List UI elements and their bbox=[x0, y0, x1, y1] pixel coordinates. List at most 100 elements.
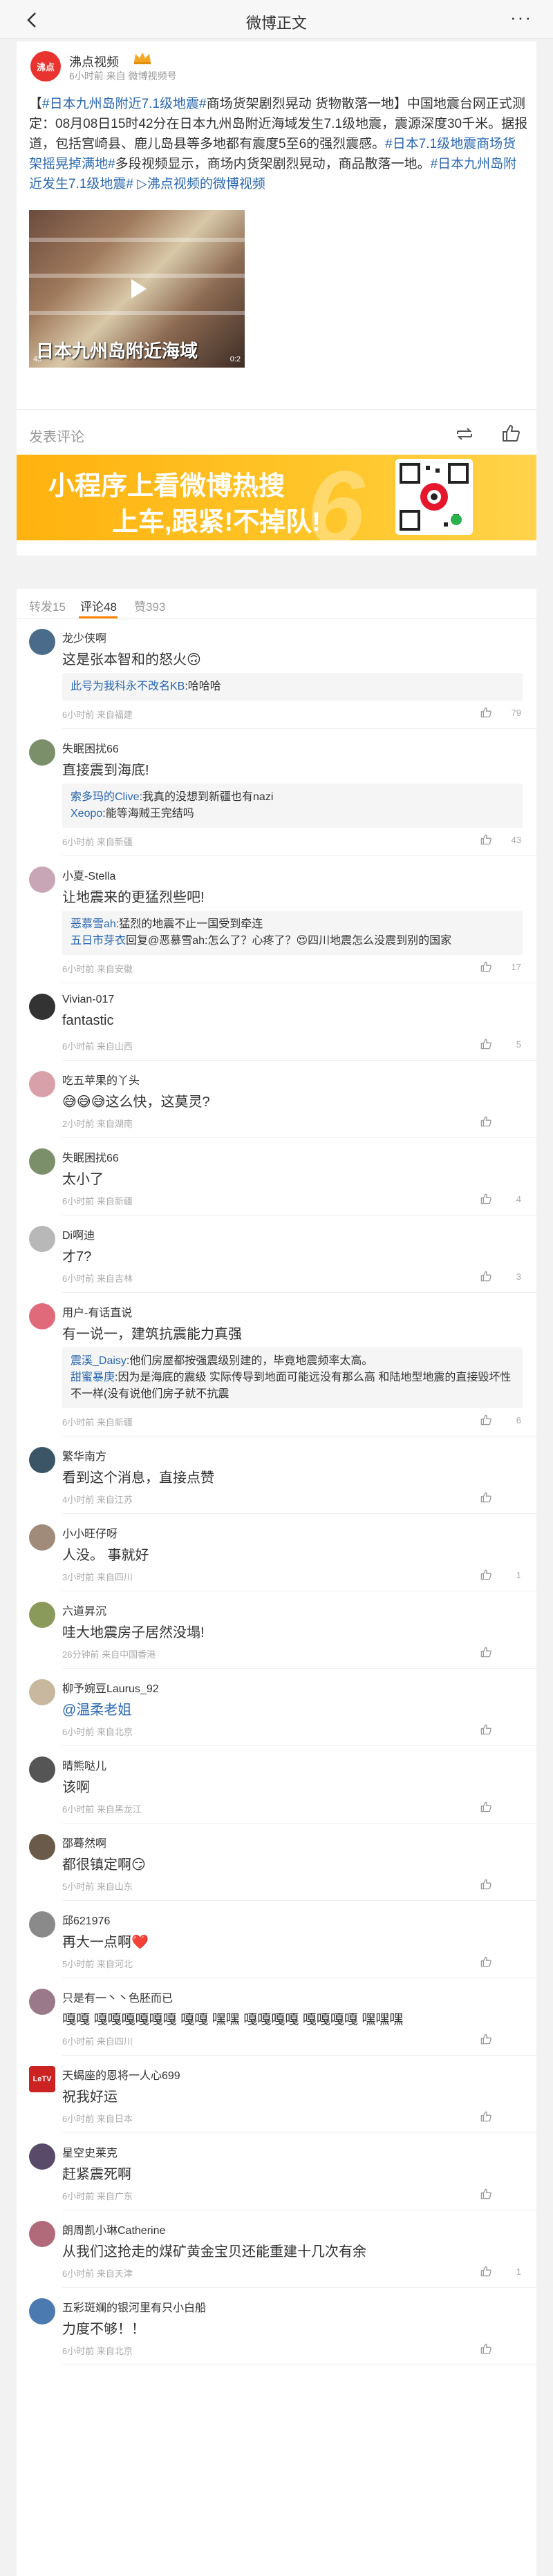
commenter-name[interactable]: 失眠困扰66 bbox=[62, 1148, 119, 1165]
reply-thread[interactable]: 此号为我科永不改名KB:哈哈哈 bbox=[62, 673, 523, 701]
commenter-name[interactable]: 用户-有话直说 bbox=[62, 1303, 132, 1320]
commenter-avatar[interactable] bbox=[29, 1911, 55, 1938]
comment-like-button[interactable] bbox=[480, 1801, 521, 1815]
commenter-avatar[interactable] bbox=[29, 2298, 55, 2324]
like-thumb-icon[interactable] bbox=[500, 423, 521, 444]
reply-author[interactable]: 甜蜜暴庚 bbox=[71, 1372, 115, 1383]
commenter-name[interactable]: Di啊迪 bbox=[62, 1226, 95, 1242]
repost-icon[interactable] bbox=[453, 424, 476, 444]
commenter-name[interactable]: Vivian-017 bbox=[62, 994, 114, 1006]
write-comment-button[interactable]: 发表评论 bbox=[29, 426, 84, 446]
comment-like-button[interactable] bbox=[480, 2342, 521, 2356]
commenter-name[interactable]: 小夏-Stella bbox=[62, 866, 115, 883]
comment-like-button[interactable]: 4 bbox=[480, 1193, 521, 1206]
commenter-avatar[interactable] bbox=[29, 2221, 55, 2247]
commenter-avatar[interactable] bbox=[29, 1071, 55, 1097]
comment-text: 😅😅😅这么快，这莫灵? bbox=[62, 1095, 210, 1110]
commenter-name[interactable]: 吃五苹果的丫头 bbox=[62, 1071, 140, 1088]
commenter-avatar[interactable] bbox=[29, 1602, 55, 1628]
comment-like-button[interactable]: 3 bbox=[480, 1270, 521, 1284]
commenter-name[interactable]: 五彩斑斓的银河里有只小白船 bbox=[62, 2298, 206, 2315]
commenter-avatar[interactable] bbox=[29, 1303, 55, 1329]
comment-item: 六道昇沉 哇大地震房子居然没塌! 26分钟前 来自中国香港 bbox=[17, 1602, 536, 1679]
comment-like-button[interactable]: 43 bbox=[480, 833, 521, 847]
reply-author[interactable]: Xeopo bbox=[71, 808, 102, 820]
comment-like-button[interactable]: 1 bbox=[480, 1569, 521, 1582]
tab-repost[interactable]: 转发15 bbox=[29, 597, 66, 614]
comment-like-button[interactable] bbox=[480, 1723, 521, 1737]
commenter-avatar[interactable] bbox=[29, 994, 55, 1020]
commenter-avatar[interactable] bbox=[29, 1226, 55, 1252]
comment-item: 失眠困扰66 太小了 6小时前 来自新疆 4 bbox=[17, 1148, 536, 1226]
play-icon[interactable] bbox=[123, 275, 151, 303]
reply-author[interactable]: 索多玛的Clive bbox=[71, 791, 140, 803]
reply-author[interactable]: 震溪_Daisy bbox=[71, 1355, 126, 1367]
comment-like-button[interactable] bbox=[480, 1955, 521, 1969]
comment-like-button[interactable]: 79 bbox=[480, 706, 521, 720]
commenter-avatar[interactable] bbox=[29, 1834, 55, 1860]
commenter-name[interactable]: 晴熊哒儿 bbox=[62, 1756, 106, 1773]
comment-divider bbox=[62, 1292, 536, 1293]
commenter-name[interactable]: 失眠困扰66 bbox=[62, 739, 119, 756]
comment-divider bbox=[62, 2287, 536, 2288]
video-thumbnail[interactable]: 日本九州岛附近海域 43 0:2 bbox=[29, 210, 245, 368]
commenter-avatar[interactable] bbox=[29, 2143, 55, 2170]
like-thumb-icon bbox=[480, 1956, 491, 1967]
commenter-avatar[interactable] bbox=[29, 1989, 55, 2015]
tab-comment[interactable]: 评论48 bbox=[80, 597, 117, 614]
comment-like-button[interactable]: 1 bbox=[480, 2265, 521, 2279]
reply-author[interactable]: 恶慕雪ah bbox=[71, 918, 116, 930]
commenter-avatar[interactable] bbox=[29, 739, 55, 766]
tab-like[interactable]: 赞393 bbox=[134, 597, 165, 614]
commenter-name[interactable]: 繁华南方 bbox=[62, 1447, 106, 1464]
comment-like-button[interactable] bbox=[480, 2188, 521, 2201]
comment-like-button[interactable]: 17 bbox=[480, 960, 521, 974]
commenter-avatar[interactable] bbox=[29, 1679, 55, 1705]
reply-author[interactable]: 此号为我科永不改名KB bbox=[71, 681, 185, 692]
commenter-avatar[interactable] bbox=[29, 629, 55, 655]
comment-like-button[interactable] bbox=[480, 1491, 521, 1505]
comment-like-button[interactable] bbox=[480, 2033, 521, 2047]
commenter-name[interactable]: 龙少侠啊 bbox=[62, 629, 106, 645]
comment-like-button[interactable] bbox=[480, 1115, 521, 1129]
hashtag-link[interactable]: #日本九州岛附近7.1级地震# bbox=[42, 97, 207, 111]
commenter-name[interactable]: 只是有一丶丶色胚而已 bbox=[62, 1989, 173, 2005]
commenter-name[interactable]: 朗周凯小琳Catherine bbox=[62, 2221, 165, 2237]
comment-divider bbox=[62, 1823, 536, 1824]
poster-username[interactable]: 沸点视频 bbox=[69, 53, 119, 70]
reply-thread[interactable]: 恶慕雪ah:猛烈的地震不止一国受到牵连 五日市芽衣回复@恶慕雪ah:怎么了？心疼了… bbox=[62, 911, 523, 955]
commenter-avatar[interactable] bbox=[29, 1148, 55, 1175]
commenter-name[interactable]: 星空史莱克 bbox=[62, 2143, 118, 2160]
commenter-avatar[interactable]: LeTV bbox=[29, 2066, 55, 2092]
reply-thread[interactable]: 震溪_Daisy:他们房屋都按强震级别建的，毕竟地震频率太高。 甜蜜暴庚:因为是海… bbox=[62, 1347, 523, 1408]
reply-thread[interactable]: 索多玛的Clive:我真的没想到新疆也有nazi Xeopo:能等海贼王完结吗 bbox=[62, 784, 523, 828]
comment-item: 只是有一丶丶色胚而已 嘎嘎 嘎嘎嘎嘎嘎嘎 嘎嘎 嘿嘿 嘎嘎嘎嘎 嘎嘎嘎嘎 嘿嘿嘿 6… bbox=[17, 1989, 536, 2066]
comment-like-button[interactable] bbox=[480, 1878, 521, 1892]
commenter-avatar[interactable] bbox=[29, 1756, 55, 1783]
comment-divider bbox=[62, 1436, 536, 1437]
comment-like-button[interactable]: 6 bbox=[480, 1414, 521, 1428]
commenter-avatar[interactable] bbox=[29, 1524, 55, 1551]
comment-text: 哇大地震房子居然没塌! bbox=[62, 1625, 205, 1640]
commenter-avatar[interactable] bbox=[29, 1447, 55, 1473]
commenter-name[interactable]: 邱621976 bbox=[62, 1911, 110, 1928]
commenter-name[interactable]: 柳予婉豆Laurus_92 bbox=[62, 1679, 159, 1696]
reply-author[interactable]: 五日市芽衣 bbox=[71, 935, 126, 947]
more-options-icon[interactable]: ··· bbox=[510, 7, 532, 28]
comment-like-button[interactable]: 5 bbox=[480, 1038, 521, 1052]
comment-like-button[interactable] bbox=[480, 1646, 521, 1660]
hashtag-link[interactable]: ▷沸点视频的微博视频 bbox=[137, 177, 265, 191]
reply-line: 索多玛的Clive:我真的没想到新疆也有nazi bbox=[71, 789, 514, 806]
poster-avatar[interactable]: 沸点 bbox=[30, 51, 61, 82]
commenter-name[interactable]: 小小旺仔呀 bbox=[62, 1524, 118, 1541]
commenter-name[interactable]: 六道昇沉 bbox=[62, 1602, 106, 1618]
comment-like-button[interactable] bbox=[480, 2110, 521, 2124]
commenter-name[interactable]: 天蝎座的恩将一人心699 bbox=[62, 2066, 180, 2083]
commenter-avatar[interactable] bbox=[29, 866, 55, 893]
like-thumb-icon bbox=[480, 2266, 491, 2277]
commenter-name[interactable]: 邵蓦然啊 bbox=[62, 1834, 106, 1850]
comment-divider bbox=[62, 1900, 536, 1901]
mini-program-ad-banner[interactable]: 6 小程序上看微博热搜 上车,跟紧!不掉队! bbox=[17, 455, 536, 540]
comment-item: 小小旺仔呀 人没。 事就好 3小时前 来自四川 1 bbox=[17, 1524, 536, 1602]
post-tabs: 转发15 评论48 赞393 bbox=[17, 589, 536, 619]
